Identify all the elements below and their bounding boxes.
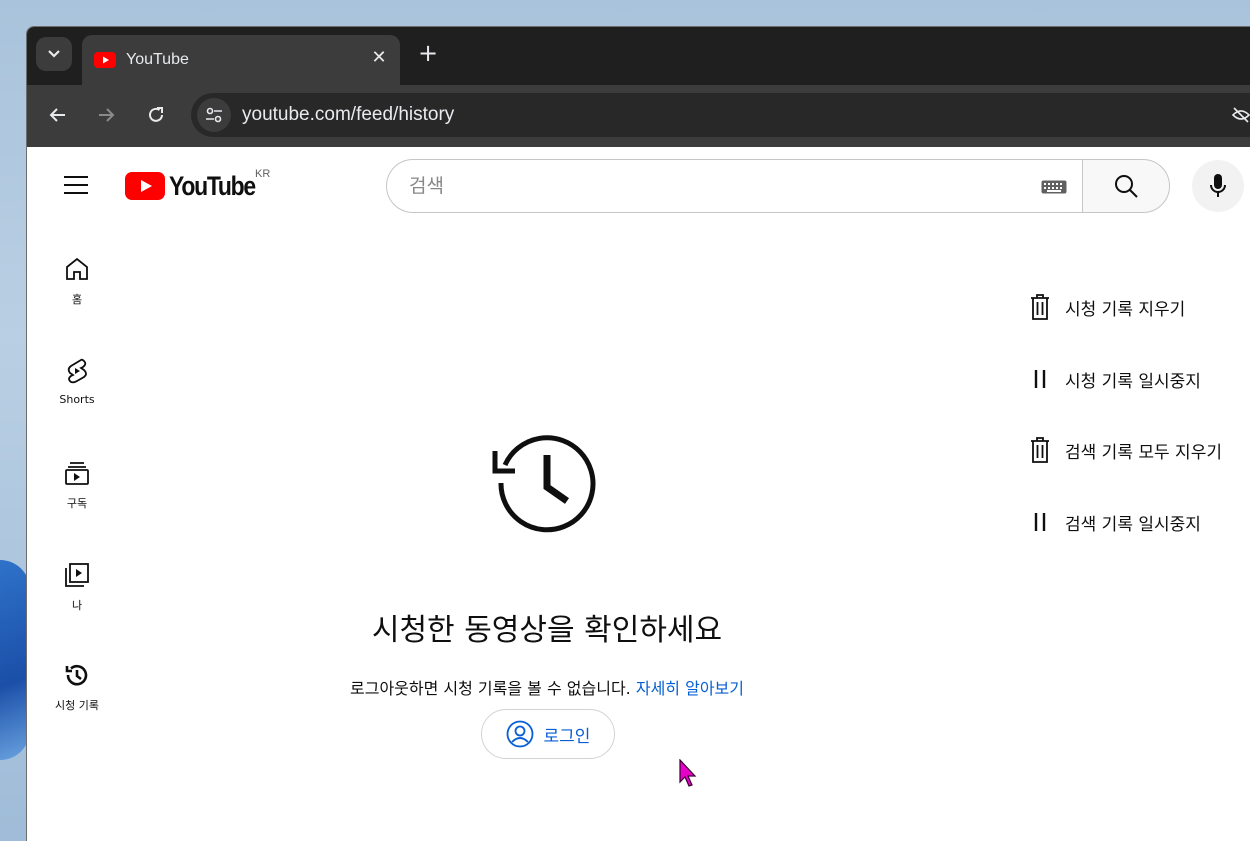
mouse-cursor-icon [679, 759, 697, 787]
youtube-play-icon [125, 172, 165, 200]
account-circle-icon [506, 720, 533, 748]
pause-icon [1034, 370, 1046, 388]
back-button[interactable] [45, 102, 71, 128]
action-label: 시청 기록 지우기 [1065, 299, 1186, 320]
site-info-button[interactable] [197, 98, 231, 132]
browser-toolbar: youtube.com/feed/history [27, 85, 1250, 147]
sidebar-item-you[interactable]: 나 [35, 561, 119, 641]
action-pause-search-history[interactable]: 검색 기록 일시중지 [1027, 507, 1201, 537]
sidebar-item-subscriptions[interactable]: 구독 [35, 459, 119, 539]
microphone-icon [1210, 174, 1226, 197]
youtube-logo[interactable]: YouTube KR [125, 168, 271, 201]
action-label: 시청 기록 일시중지 [1065, 371, 1201, 392]
chevron-down-icon [48, 50, 60, 58]
url-text: youtube.com/feed/history [242, 104, 455, 125]
search-input[interactable] [409, 172, 1009, 200]
reload-icon [149, 107, 163, 122]
eye-off-icon[interactable] [1231, 105, 1250, 125]
forward-button[interactable] [93, 102, 119, 128]
subscriptions-icon [65, 462, 89, 485]
arrow-right-icon [99, 108, 115, 122]
empty-state-description: 로그아웃하면 시청 기록을 볼 수 없습니다. 자세히 알아보기 [227, 675, 867, 699]
trash-icon [1031, 294, 1049, 320]
action-clear-search-history[interactable]: 검색 기록 모두 지우기 [1027, 435, 1222, 465]
tune-icon [206, 107, 222, 123]
tab-youtube[interactable]: YouTube ✕ [82, 35, 400, 85]
search-box [386, 159, 1082, 213]
learn-more-link[interactable]: 자세히 알아보기 [636, 679, 744, 698]
search-button[interactable] [1082, 159, 1170, 213]
action-label: 검색 기록 일시중지 [1065, 514, 1201, 535]
login-label: 로그인 [543, 726, 591, 747]
empty-state-title: 시청한 동영상을 확인하세요 [371, 613, 723, 648]
action-pause-watch-history[interactable]: 시청 기록 일시중지 [1027, 364, 1201, 394]
login-button[interactable]: 로그인 [481, 709, 615, 759]
description-text: 로그아웃하면 시청 기록을 볼 수 없습니다. [350, 679, 631, 698]
sidebar-item-label: 홈 [71, 293, 83, 306]
tab-strip: YouTube ✕ + [27, 27, 1250, 85]
sidebar-item-shorts[interactable]: Shorts [35, 357, 119, 437]
address-bar[interactable]: youtube.com/feed/history [191, 93, 1250, 137]
logo-text: YouTube [169, 170, 256, 201]
sidebar-item-label: Shorts [59, 393, 95, 406]
country-code: KR [255, 168, 271, 180]
action-clear-watch-history[interactable]: 시청 기록 지우기 [1027, 292, 1185, 322]
history-large-icon [492, 435, 596, 533]
arrow-left-icon [49, 108, 65, 122]
browser-window: YouTube ✕ + youtube.com/feed/history You… [26, 26, 1250, 841]
reload-button[interactable] [143, 102, 169, 128]
new-tab-button[interactable]: + [415, 41, 441, 67]
trash-icon [1031, 437, 1049, 463]
youtube-favicon-icon [94, 52, 116, 68]
menu-icon[interactable] [63, 175, 89, 195]
tab-close-icon[interactable]: ✕ [370, 49, 388, 67]
sidebar-item-label: 시청 기록 [55, 699, 99, 712]
tab-search-button[interactable] [36, 37, 72, 71]
search-icon [1115, 175, 1138, 198]
sidebar-item-label: 구독 [66, 497, 88, 510]
sidebar-item-label: 나 [71, 599, 83, 612]
sidebar-item-history[interactable]: 시청 기록 [35, 661, 119, 741]
tab-title: YouTube [126, 51, 189, 68]
history-icon [65, 664, 88, 686]
keyboard-icon[interactable] [1041, 180, 1067, 194]
you-icon [65, 563, 89, 587]
sidebar-item-home[interactable]: 홈 [35, 255, 119, 335]
home-icon [66, 257, 88, 280]
pause-icon [1034, 513, 1046, 531]
youtube-page: YouTube KR 홈 Shorts 구독 나 [27, 147, 1250, 841]
action-label: 검색 기록 모두 지우기 [1065, 442, 1222, 463]
voice-search-button[interactable] [1192, 160, 1244, 212]
shorts-icon [67, 358, 87, 384]
